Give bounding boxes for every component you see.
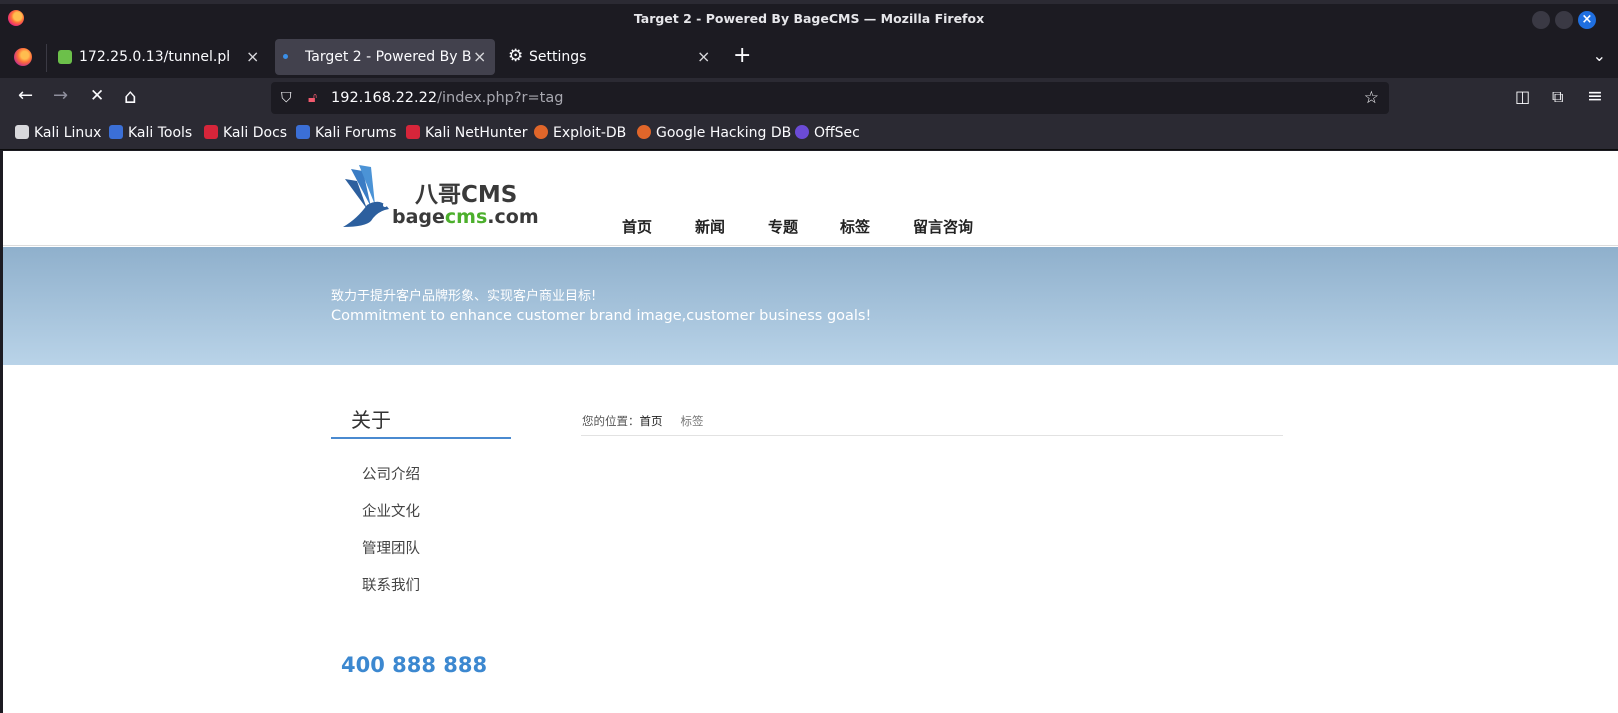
tab-close-icon[interactable]: × [246,47,259,66]
ghdb-icon [637,125,651,139]
offsec-icon [795,125,809,139]
firefox-view-icon[interactable] [14,48,32,66]
tracking-shield-icon[interactable]: ⛉ [281,90,292,106]
window-close-button[interactable]: × [1578,11,1596,29]
logo-en-text: bagecms.com [392,206,539,228]
exploit-db-icon [534,125,548,139]
loading-dot-icon [283,54,288,59]
logo-cn-text: 八哥CMS [415,182,518,208]
bookmark-star-icon[interactable]: ☆ [1364,88,1379,108]
kali-docs-icon [204,125,218,139]
window-titlebar: Target 2 - Powered By BageCMS — Mozilla … [0,0,1618,36]
bookmark-kali-linux[interactable]: Kali Linux [15,125,101,141]
sidebar-item-company-intro[interactable]: 公司介绍 [362,463,420,484]
tab-separator [46,44,47,72]
site-header: 八哥CMS bagecms.com 首页 新闻 专题 标签 留言咨询 [3,151,1618,246]
menu-news[interactable]: 新闻 [695,216,725,237]
bookmark-exploit-db[interactable]: Exploit-DB [534,125,626,141]
kali-forums-icon [296,125,310,139]
menu-topics[interactable]: 专题 [768,216,798,237]
titlebar-top-strip [0,0,1618,4]
window-title: Target 2 - Powered By BageCMS — Mozilla … [633,11,985,26]
bookmark-kali-tools[interactable]: Kali Tools [109,125,192,141]
tab-list-chevron-icon[interactable]: ⌄ [1593,46,1606,65]
kali-tools-icon [109,125,123,139]
home-button[interactable]: ⌂ [124,86,137,106]
kali-dragon-icon [15,125,29,139]
bookmark-label: Exploit-DB [553,125,627,141]
minimize-button[interactable] [1532,11,1550,29]
bookmark-label: Kali Forums [315,125,397,141]
bookmark-kali-docs[interactable]: Kali Docs [204,125,287,141]
banner-slogan-cn: 致力于提升客户品牌形象、实现客户商业目标! [331,289,597,304]
sidebar-title: 关于 [351,408,391,432]
bookmark-google-hacking-db[interactable]: Google Hacking DB [637,125,791,141]
bookmark-label: Kali NetHunter [425,125,528,141]
bookmark-label: Kali Docs [223,125,288,141]
pocket-icon[interactable]: ◫ [1515,87,1530,106]
menu-feedback[interactable]: 留言咨询 [913,216,973,237]
bookmark-label: OffSec [814,125,860,141]
forward-button[interactable]: → [53,86,68,106]
bookmark-offsec[interactable]: OffSec [795,125,860,141]
tab-label: 172.25.0.13/tunnel.php [79,49,229,65]
site-logo[interactable]: 八哥CMS bagecms.com [337,161,539,231]
gear-icon: ⚙ [508,46,524,66]
menu-tags[interactable]: 标签 [840,216,870,237]
app-menu-icon[interactable]: ≡ [1587,85,1603,107]
bookmark-label: Google Hacking DB [656,125,792,141]
url-path: /index.php?r=tag [437,90,564,106]
new-tab-button[interactable]: + [733,45,751,67]
tab-settings[interactable]: ⚙ Settings × [500,39,718,75]
url-bar[interactable]: ⛉ 🔓︎ 192.168.22.22/index.php?r=tag ☆ [271,82,1389,114]
breadcrumb: 您的位置：首页 标签 [582,413,704,429]
tab-label: Settings [529,49,587,65]
logo-en-highlight: cms [444,206,488,228]
menu-home[interactable]: 首页 [622,216,652,237]
logo-en-suffix: .com [487,206,539,228]
tab-target2[interactable]: Target 2 - Powered By BageCMS × [275,39,495,75]
tab-label: Target 2 - Powered By BageCMS [305,49,471,65]
tab-close-icon[interactable]: × [473,47,486,66]
sidebar-item-team[interactable]: 管理团队 [362,537,420,558]
url-host: 192.168.22.22 [331,90,438,106]
tab-close-icon[interactable]: × [697,47,710,66]
stop-loading-button[interactable]: ✕ [90,86,104,106]
logo-en-prefix: bage [392,206,445,228]
breadcrumb-divider [581,435,1283,436]
phone-number: 400 888 888 [341,653,488,677]
kali-nethunter-icon [406,125,420,139]
extensions-icon[interactable]: ⧉ [1552,87,1563,107]
green-leaf-icon [58,50,72,64]
bookmark-label: Kali Tools [128,125,193,141]
banner-slogan-en: Commitment to enhance customer brand ima… [331,308,872,324]
bookmarks-toolbar: Kali Linux Kali Tools Kali Docs Kali For… [0,118,1618,150]
bookmark-kali-forums[interactable]: Kali Forums [296,125,396,141]
insecure-lock-icon[interactable]: 🔓︎ [308,90,317,106]
breadcrumb-home-link[interactable]: 首页 [640,414,663,428]
bookmark-kali-nethunter[interactable]: Kali NetHunter [406,125,527,141]
maximize-button[interactable] [1555,11,1573,29]
breadcrumb-prefix: 您的位置： [582,414,640,428]
breadcrumb-current: 标签 [680,414,704,428]
hero-banner: 致力于提升客户品牌形象、实现客户商业目标! Commitment to enha… [3,247,1618,365]
tab-tunnel[interactable]: 172.25.0.13/tunnel.php × [50,39,268,75]
sidebar-item-culture[interactable]: 企业文化 [362,500,420,521]
back-button[interactable]: ← [18,86,33,106]
web-page: 八哥CMS bagecms.com 首页 新闻 专题 标签 留言咨询 致力于提升… [3,151,1618,713]
tab-bar: 172.25.0.13/tunnel.php × Target 2 - Powe… [0,36,1618,78]
sidebar-item-contact[interactable]: 联系我们 [362,574,420,595]
navigation-toolbar: ← → ✕ ⌂ ⛉ 🔓︎ 192.168.22.22/index.php?r=t… [0,78,1618,118]
bird-logo-icon [343,165,389,227]
bookmark-label: Kali Linux [34,125,102,141]
sidebar-title-underline [331,437,511,439]
url-text[interactable]: 192.168.22.22/index.php?r=tag [331,90,563,106]
